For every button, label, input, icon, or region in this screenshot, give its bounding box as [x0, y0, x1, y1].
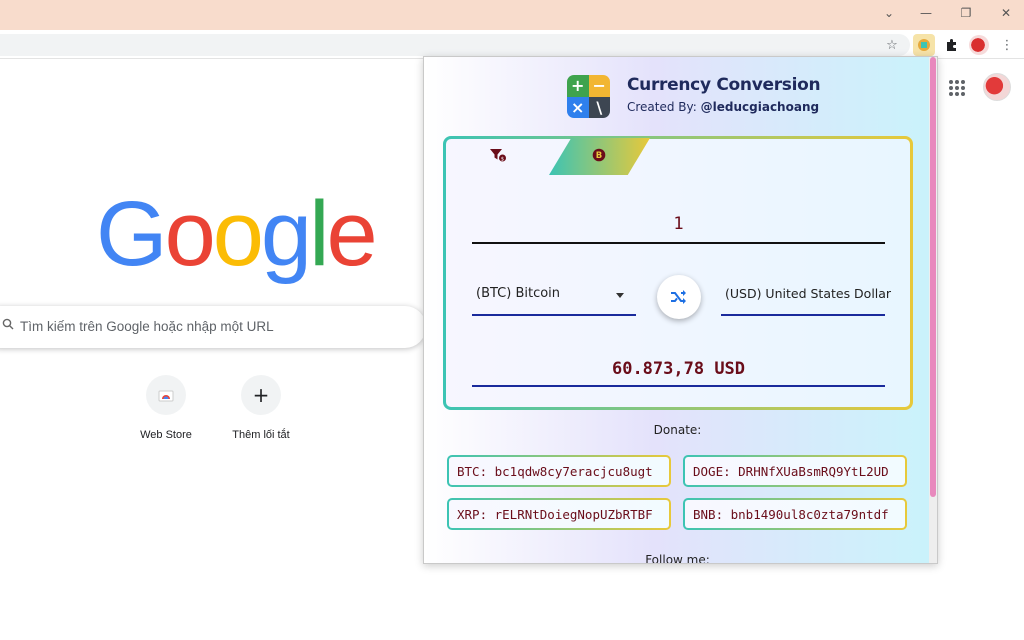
- logo-letter: o: [164, 183, 216, 285]
- amount-input[interactable]: [472, 206, 885, 244]
- plus-icon: +: [241, 375, 281, 415]
- avatar: [969, 35, 989, 55]
- logo-cell: −: [588, 75, 610, 97]
- logo-letter: e: [326, 183, 378, 285]
- donate-address-doge[interactable]: DOGE: DRHNfXUaBsmRQ9YtL2UD: [683, 455, 907, 487]
- bitcoin-icon: B: [592, 148, 606, 166]
- close-window-button[interactable]: ✕: [986, 0, 1024, 26]
- created-by-label: Created By:: [627, 100, 697, 114]
- tab-crypto[interactable]: B: [579, 138, 619, 175]
- logo-letter: l: [309, 183, 330, 285]
- donate-address-btc[interactable]: BTC: bc1qdw8cy7eracjcu8ugt: [447, 455, 671, 487]
- logo-cell: \: [588, 96, 610, 118]
- search-placeholder: Tìm kiếm trên Google hoặc nhập một URL: [20, 319, 274, 334]
- shortcut-label: Web Store: [140, 429, 192, 441]
- currency-extension-popup: + − × \ Currency Conversion Created By: …: [423, 56, 938, 564]
- currency-extension-icon[interactable]: [913, 34, 935, 56]
- app-title: Currency Conversion: [627, 75, 821, 95]
- swap-currencies-button[interactable]: [657, 275, 701, 319]
- from-currency-value: (BTC) Bitcoin: [476, 286, 561, 301]
- shortcut-label: Thêm lối tắt: [232, 429, 290, 441]
- popup-scrollbar[interactable]: [929, 57, 937, 563]
- extensions-puzzle-icon[interactable]: [941, 34, 963, 56]
- svg-text:$: $: [501, 156, 504, 162]
- webstore-icon: [146, 375, 186, 415]
- google-apps-icon[interactable]: [949, 80, 965, 96]
- calculator-logo-icon: + − × \: [567, 75, 610, 118]
- chevron-down-icon: [616, 293, 624, 298]
- logo-cell: ×: [567, 96, 589, 118]
- donate-address-bnb[interactable]: BNB: bnb1490ul8c0zta79ntdf: [683, 498, 907, 530]
- ntp-profile-avatar[interactable]: [983, 73, 1011, 101]
- restore-button[interactable]: ❐: [946, 0, 986, 26]
- follow-label: Follow me:: [645, 553, 710, 564]
- minimize-button[interactable]: —: [906, 0, 946, 26]
- browser-toolbar: ☆ ⋮: [0, 30, 1024, 59]
- google-logo: Google: [96, 183, 378, 285]
- logo-letter: G: [96, 183, 168, 285]
- donate-label: Donate:: [653, 423, 702, 437]
- puzzle-icon: [947, 39, 956, 51]
- svg-text:B: B: [596, 151, 602, 161]
- window-titlebar: ⌄ — ❐ ✕: [0, 0, 1024, 30]
- shortcut-web-store[interactable]: Web Store: [121, 375, 211, 441]
- from-currency-select[interactable]: (BTC) Bitcoin: [472, 276, 636, 316]
- shuffle-icon: [671, 290, 686, 304]
- logo-letter: o: [212, 183, 264, 285]
- logo-letter: g: [260, 183, 312, 285]
- author-name: @leducgiachoang: [700, 100, 820, 114]
- address-bar[interactable]: [0, 34, 910, 56]
- filter-currency-icon: $: [489, 148, 507, 166]
- app-subtitle: Created By: @leducgiachoang: [627, 100, 819, 114]
- profile-avatar-toolbar[interactable]: [968, 34, 990, 56]
- bookmark-star-icon[interactable]: ☆: [881, 34, 903, 56]
- tab-currency-filter[interactable]: $: [468, 138, 528, 175]
- donate-address-xrp[interactable]: XRP: rELRNtDoiegNopUZbRTBF: [447, 498, 671, 530]
- ntp-search-box[interactable]: Tìm kiếm trên Google hoặc nhập một URL: [0, 306, 426, 348]
- search-icon: [2, 318, 18, 334]
- logo-cell: +: [567, 75, 589, 97]
- converter-card: $ B (BTC) Bitcoin: [443, 136, 913, 410]
- shortcut-add[interactable]: + Thêm lối tắt: [216, 375, 306, 441]
- chrome-menu-icon[interactable]: ⋮: [996, 34, 1018, 56]
- currency-extension-glyph-icon: [918, 39, 930, 51]
- to-currency-select[interactable]: (USD) United States Dollar: [721, 276, 891, 316]
- to-currency-value: (USD) United States Dollar: [725, 286, 892, 301]
- tab-search-chevron-icon[interactable]: ⌄: [869, 0, 909, 26]
- conversion-result: 60.873,78 USD: [472, 347, 885, 387]
